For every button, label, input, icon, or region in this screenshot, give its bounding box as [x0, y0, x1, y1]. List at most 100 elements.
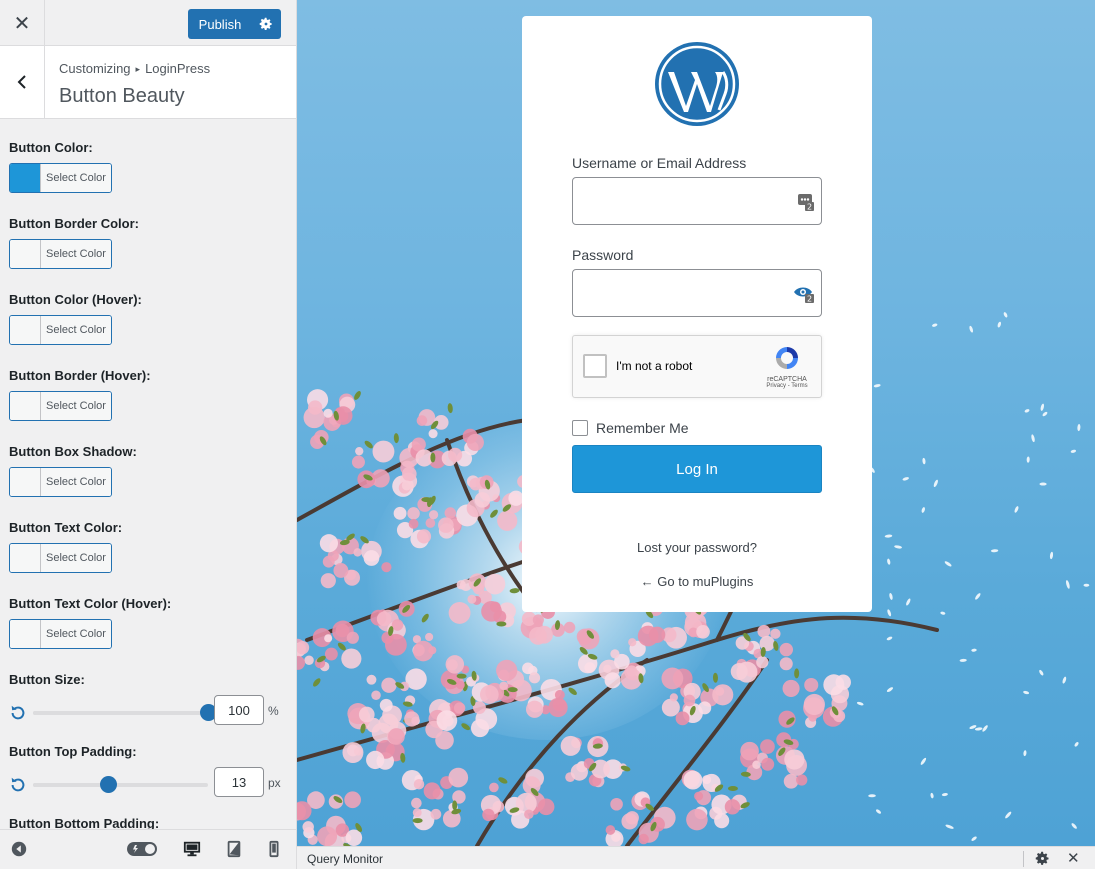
button-text-color-picker[interactable]: Select Color	[9, 543, 112, 573]
query-monitor-bar: Query Monitor ✕	[297, 846, 1095, 869]
remember-me-label[interactable]: Remember Me	[596, 420, 689, 436]
blossom	[445, 655, 465, 674]
recaptcha-checkbox[interactable]	[583, 354, 607, 378]
breadcrumb-root: Customizing	[59, 61, 131, 76]
close-customizer-button[interactable]: ✕	[0, 0, 45, 46]
blossom	[297, 655, 306, 670]
password-input[interactable]: 2	[572, 269, 822, 317]
blossom	[524, 809, 534, 820]
petal	[906, 598, 911, 606]
blossom	[381, 562, 392, 573]
blossom	[324, 647, 338, 661]
petal	[933, 479, 938, 488]
petal	[1070, 449, 1077, 453]
blossom	[675, 711, 690, 726]
back-to-site-link[interactable]: ← Go to muPlugins	[522, 574, 872, 589]
button-text-color-hover-picker[interactable]: Select Color	[9, 619, 112, 649]
blossom	[317, 826, 338, 846]
toggle-switch-icon[interactable]	[126, 840, 158, 858]
button-border-color-picker[interactable]: Select Color	[9, 239, 112, 269]
recaptcha-label: I'm not a robot	[616, 359, 693, 373]
blossom	[648, 626, 666, 643]
section-title: Button Beauty	[59, 85, 185, 107]
button-top-padding-input[interactable]: 13	[214, 767, 264, 797]
petal	[886, 636, 893, 641]
blossom	[412, 808, 422, 818]
leaf	[337, 642, 346, 651]
publish-button[interactable]: Publish	[188, 9, 250, 39]
button-border-hover-label: Button Border (Hover):	[9, 368, 151, 383]
blossom	[425, 518, 436, 528]
button-border-color-label: Button Border Color:	[9, 216, 139, 231]
recaptcha-privacy-terms[interactable]: Privacy - Terms	[763, 383, 811, 389]
login-button[interactable]: Log In	[572, 445, 822, 493]
select-color-text: Select Color	[41, 240, 111, 268]
leaf	[461, 723, 471, 731]
leaf	[727, 785, 738, 791]
blossom	[626, 665, 638, 677]
query-monitor-title[interactable]: Query Monitor	[307, 852, 383, 866]
petal	[894, 545, 902, 549]
blossom	[779, 657, 793, 671]
button-border-hover-picker[interactable]: Select Color	[9, 391, 112, 421]
password-manager-icon[interactable]: 2	[797, 192, 815, 212]
blossom	[532, 614, 544, 626]
button-color-label: Button Color:	[9, 140, 93, 155]
blossom	[522, 662, 534, 675]
gear-icon[interactable]	[1035, 851, 1050, 866]
blossom	[429, 510, 439, 520]
blossom	[712, 684, 734, 706]
publish-settings-button[interactable]	[250, 9, 281, 39]
lost-password-link[interactable]: Lost your password?	[522, 540, 872, 555]
blossom	[784, 749, 805, 770]
show-password-icon[interactable]: 2	[793, 284, 815, 304]
petal	[1039, 482, 1047, 486]
slider-thumb[interactable]	[100, 776, 118, 793]
blossom	[302, 821, 314, 833]
button-top-padding-slider[interactable]	[33, 776, 208, 793]
petal	[1077, 424, 1081, 432]
tablet-preview-icon[interactable]	[226, 840, 242, 858]
button-size-slider[interactable]	[33, 704, 217, 721]
password-label: Password	[572, 247, 634, 263]
blossom	[563, 621, 576, 634]
gear-icon	[259, 17, 272, 30]
back-button[interactable]	[0, 46, 45, 118]
reset-icon[interactable]	[9, 776, 27, 794]
blossom	[416, 529, 432, 544]
blossom	[803, 693, 825, 716]
button-size-input[interactable]: 100	[214, 695, 264, 725]
blossom	[484, 573, 506, 595]
color-swatch	[10, 620, 41, 648]
blossom	[308, 400, 323, 415]
button-color-hover-picker[interactable]: Select Color	[9, 315, 112, 345]
leaf	[393, 433, 399, 444]
petal	[1023, 750, 1027, 757]
svg-text:2: 2	[807, 203, 812, 212]
blossom	[714, 813, 730, 829]
petal	[1003, 312, 1008, 318]
blossom	[661, 698, 680, 717]
close-icon[interactable]: ✕	[1067, 849, 1080, 867]
blossom	[724, 799, 741, 815]
remember-me-checkbox[interactable]	[572, 420, 588, 436]
slider-fill	[33, 783, 109, 787]
button-size-label: Button Size:	[9, 672, 85, 687]
chevron-left-icon	[17, 75, 26, 89]
button-color-picker[interactable]: Select Color	[9, 163, 112, 193]
leaf	[447, 403, 453, 414]
wordpress-logo-icon[interactable]	[655, 42, 739, 126]
desktop-preview-icon[interactable]	[183, 840, 201, 858]
button-box-shadow-picker[interactable]: Select Color	[9, 467, 112, 497]
collapse-sidebar-icon[interactable]	[10, 840, 28, 858]
petal	[944, 561, 952, 567]
publish-group: Publish	[188, 9, 281, 39]
select-color-text: Select Color	[41, 164, 111, 192]
blossom	[497, 510, 518, 531]
section-header: Customizing ▸ LoginPress Button Beauty	[0, 46, 296, 119]
mobile-preview-icon[interactable]	[268, 840, 280, 858]
username-input[interactable]: 2	[572, 177, 822, 225]
blossom	[407, 507, 420, 520]
color-swatch	[10, 316, 41, 344]
reset-icon[interactable]	[9, 704, 27, 722]
